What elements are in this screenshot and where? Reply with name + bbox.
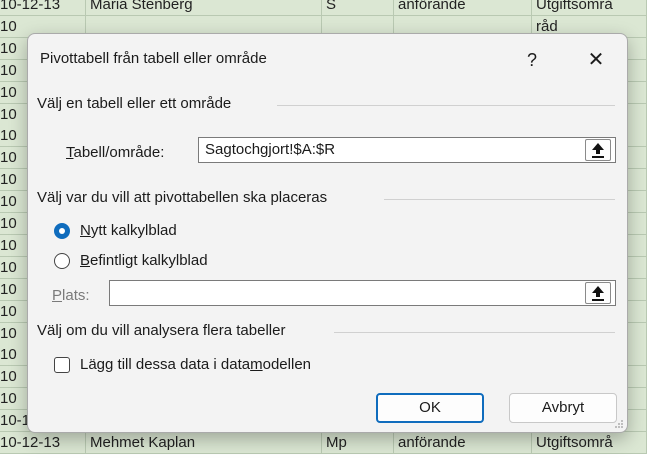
table-range-label: Tabell/område: [66,144,165,161]
sheet-cell[interactable]: anförande [394,0,532,15]
placement-group-label: Välj var du vill att pivottabellen ska p… [37,189,328,206]
sheet-cell[interactable]: S [322,0,394,15]
create-pivottable-dialog: Pivottabell från tabell eller område ? ✕… [27,33,628,433]
location-label: Plats: [52,287,90,304]
upload-arrow-icon [592,286,604,301]
multi-table-group-divider [334,332,615,333]
table-range-input[interactable]: Sagtochgjort!$A:$R [198,137,616,163]
sheet-cell[interactable]: Utgiftsområ [532,0,647,15]
existing-sheet-label: Befintligt kalkylblad [80,252,208,269]
sheet-cell[interactable]: Maria Stenberg [86,0,322,15]
dialog-titlebar: Pivottabell från tabell eller område ? ✕ [28,34,627,86]
source-group-divider [277,105,615,106]
dialog-title: Pivottabell från tabell eller område [40,50,267,67]
table-range-value: Sagtochgjort!$A:$R [205,141,336,158]
collapse-range-button[interactable] [585,139,611,161]
close-button[interactable]: ✕ [574,44,618,76]
new-sheet-radio[interactable] [54,223,70,239]
new-sheet-label: Nytt kalkylblad [80,222,177,239]
collapse-location-button[interactable] [585,282,611,304]
multi-table-group-label: Välj om du vill analysera flera tabeller [37,322,286,339]
cancel-button[interactable]: Avbryt [509,393,617,423]
sheet-row: 10-12-13 Mehmet Kaplan Mp anförande Utgiftso… [0,432,647,454]
add-to-datamodel-checkbox[interactable] [54,357,70,373]
sheet-cell[interactable]: 10-12-13 [0,432,86,453]
placement-group-divider [384,199,615,200]
sheet-cell[interactable]: Utgiftsområ [532,432,647,453]
sheet-cell[interactable]: Mehmet Kaplan [86,432,322,453]
sheet-row: 10-12-13 Maria Stenberg Sanförande Utgiftso… [0,0,647,16]
add-to-datamodel-label: Lägg till dessa data i datamodellen [80,356,312,373]
sheet-cell[interactable]: anförande [394,432,532,453]
ok-button[interactable]: OK [376,393,484,423]
sheet-cell[interactable]: 10-12-13 [0,0,86,15]
sheet-cell[interactable]: Mp [322,432,394,453]
existing-sheet-radio[interactable] [54,253,70,269]
resize-grip-icon[interactable] [614,419,624,429]
location-input[interactable] [109,280,616,306]
help-button[interactable]: ? [514,44,550,76]
source-group-label: Välj en tabell eller ett område [37,95,232,112]
upload-arrow-icon [592,143,604,158]
